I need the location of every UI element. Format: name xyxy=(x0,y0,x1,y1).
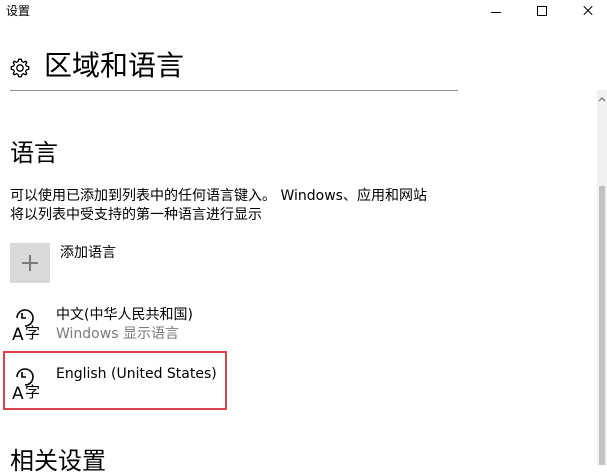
section-title-related-settings: 相关设置 xyxy=(10,447,106,475)
page-title: 区域和语言 xyxy=(44,49,185,82)
language-description: 可以使用已添加到列表中的任何语言键入。 Windows、应用和网站 将以列表中受… xyxy=(10,187,480,225)
section-title-language: 语言 xyxy=(10,139,58,167)
description-line-2: 将以列表中受支持的第一种语言进行显示 xyxy=(10,207,262,223)
minimize-button[interactable] xyxy=(473,0,519,24)
language-icon: A 字 xyxy=(12,309,40,343)
add-language-label: 添加语言 xyxy=(60,245,116,261)
maximize-button[interactable] xyxy=(519,0,565,24)
svg-text:字: 字 xyxy=(25,324,40,342)
gear-icon xyxy=(10,58,30,78)
svg-text:A: A xyxy=(12,384,24,402)
title-bar: 设置 xyxy=(0,0,607,24)
language-item-chinese[interactable]: A 字 中文(中华人民共和国) Windows 显示语言 xyxy=(10,303,450,351)
scrollbar-thumb[interactable] xyxy=(599,186,605,465)
maximize-icon xyxy=(537,6,547,16)
close-button[interactable] xyxy=(565,0,607,24)
svg-text:字: 字 xyxy=(25,383,40,401)
language-subtitle: Windows 显示语言 xyxy=(56,326,179,342)
window-title: 设置 xyxy=(6,4,31,18)
description-line-1: 可以使用已添加到列表中的任何语言键入。 Windows、应用和网站 xyxy=(10,188,427,204)
scroll-up-icon[interactable] xyxy=(597,90,607,108)
language-item-english[interactable]: A 字 English (United States) xyxy=(10,362,450,410)
language-name: English (United States) xyxy=(56,366,217,382)
svg-text:A: A xyxy=(12,325,24,343)
add-language-tile[interactable] xyxy=(10,243,50,283)
minimize-icon xyxy=(491,12,501,13)
header-divider xyxy=(10,90,458,91)
language-name: 中文(中华人民共和国) xyxy=(56,307,193,323)
add-language-button[interactable]: 添加语言 xyxy=(10,243,310,283)
language-icon: A 字 xyxy=(12,368,40,402)
